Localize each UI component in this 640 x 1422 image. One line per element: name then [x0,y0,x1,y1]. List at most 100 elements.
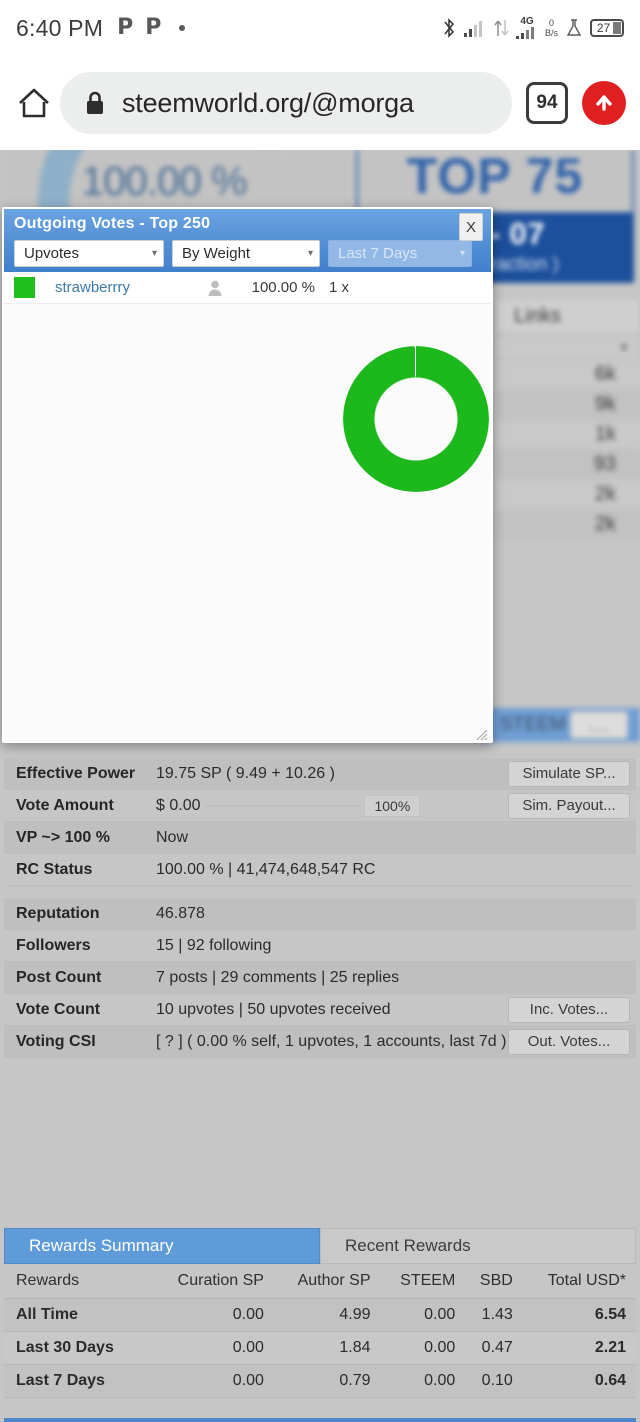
right-panel-value-5: 2k [495,510,640,540]
sim-payout-button[interactable]: Sim. Payout... [508,792,630,819]
vote-slider-track[interactable] [206,804,359,807]
rewards-tabs: Rewards Summary Recent Rewards [4,1228,636,1264]
cell-steem: 0.00 [380,1331,466,1365]
stat-value: Now [156,828,189,846]
cell-author: 1.84 [273,1331,381,1365]
stat-key: VP ~> 100 % [16,828,110,846]
cell-sbd: 0.47 [465,1331,523,1365]
person-icon [208,280,222,296]
account-stats-table: Effective Power 19.75 SP ( 9.49 + 10.26 … [4,758,636,1058]
chevron-down-icon: ▾ [307,248,313,259]
dialog-body: strawberrry 100.00 % 1 x [4,272,491,741]
sort-order-dropdown[interactable]: By Weight ▾ [172,240,320,267]
stat-row-rc-status: RC Status 100.00 % | 41,474,648,547 RC [4,854,636,886]
right-panel-value-0: 6k [495,360,640,390]
gauge-value-label: 100.00 % [81,158,247,204]
chevron-down-icon: ▾ [151,248,157,259]
cell-sbd: 0.10 [465,1364,523,1398]
stat-row-vp-recharge: VP ~> 100 % Now [4,822,636,854]
rewards-section: Rewards Summary Recent Rewards Rewards C… [4,1228,636,1398]
top75-title: TOP 75 [406,150,584,204]
cell-curation: 0.00 [150,1364,274,1398]
battery-icon: 27 [590,19,624,37]
tab-rewards-summary[interactable]: Rewards Summary [4,1228,320,1264]
stat-value: [ ? ] ( 0.00 % self, 1 upvotes, 1 accoun… [156,1032,507,1050]
data-rate-unit: B/s [544,28,558,38]
close-icon[interactable]: X [459,213,483,241]
right-panel-value-2: 1k [495,420,640,450]
stat-value: 19.75 SP ( 9.49 + 10.26 ) [156,764,335,782]
stat-row-vote-count: Vote Count 10 upvotes | 50 upvotes recei… [4,994,636,1026]
col-curation: Curation SP [150,1264,274,1299]
right-panel-value-4: 2k [495,480,640,510]
url-text: steemworld.org/@morga [122,87,414,118]
stat-value: 10 upvotes | 50 upvotes received [156,1000,391,1018]
status-system-icons: 4G 0 B/s 27 [441,17,624,39]
period-dropdown[interactable]: Last 7 Days ▾ [328,240,472,267]
cell-author: 0.79 [273,1364,381,1398]
stat-value: 100.00 % | 41,474,648,547 RC [156,860,376,878]
table-row: Last 7 Days 0.00 0.79 0.00 0.10 0.64 [4,1364,636,1398]
outgoing-votes-dialog: Outgoing Votes - Top 250 X Upvotes ▾ By … [2,207,493,743]
signal-bars-icon-2 [515,27,534,39]
currency-selector[interactable]: STEEM [500,714,565,736]
sort-order-value: By Weight [182,245,251,262]
vote-type-value: Upvotes [24,245,80,262]
signal-bars-icon-1 [463,21,482,37]
vote-weight-chip[interactable]: 100% [364,794,421,817]
stat-key: Voting CSI [16,1032,96,1050]
chevron-down-icon: ▾ [459,248,465,259]
right-panel-value-3: 93 [495,450,640,480]
dialog-header: Outgoing Votes - Top 250 X Upvotes ▾ By … [4,209,491,272]
resize-handle-icon[interactable] [476,729,488,741]
dialog-filters: Upvotes ▾ By Weight ▾ Last 7 Days ▾ [14,240,483,267]
col-author: Author SP [273,1264,381,1299]
table-row: All Time 0.00 4.99 0.00 1.43 6.54 [4,1298,636,1332]
cell-total: 6.54 [522,1298,636,1332]
status-notification-icons: P P [117,15,186,40]
list-item[interactable]: strawberrry 100.00 % 1 x [4,272,491,304]
simulate-sp-button[interactable]: Simulate SP... [508,760,630,787]
url-bar[interactable]: steemworld.org/@morga [60,72,512,134]
voter-name-link[interactable]: strawberrry [55,279,205,296]
more-options-button[interactable]: ... [570,711,628,739]
stat-key: Vote Amount [16,796,114,814]
stat-row-reputation: Reputation 46.878 [4,898,636,930]
col-sbd: SBD [465,1264,523,1299]
stat-row-vote-amount: Vote Amount $ 0.00 100% Sim. Payout... [4,790,636,822]
right-panel-dropdown[interactable]: ▾ [495,334,640,360]
incoming-votes-button[interactable]: Inc. Votes... [508,996,630,1023]
vote-count: 1 x [329,279,350,296]
home-icon[interactable] [14,83,54,123]
data-rate-value: 0 [548,18,554,28]
tab-count-button[interactable]: 94 [526,82,568,124]
data-transfer-icon [494,20,509,36]
status-clock: 6:40 PM [16,14,104,41]
vote-percent: 100.00 % [251,279,315,296]
outgoing-votes-button[interactable]: Out. Votes... [508,1028,630,1055]
stat-key: Post Count [16,968,102,986]
dialog-title: Outgoing Votes - Top 250 [14,215,211,232]
stat-value: 15 | 92 following [156,936,272,954]
links-box[interactable]: Links [495,298,640,334]
app-badge-icon-1: P [117,15,134,40]
rewards-header-row: Rewards Curation SP Author SP STEEM SBD … [4,1264,636,1299]
stat-row-voting-csi: Voting CSI [ ? ] ( 0.00 % self, 1 upvote… [4,1026,636,1058]
flask-icon [566,19,582,36]
browser-toolbar: steemworld.org/@morga 94 [0,56,640,150]
cell-total: 2.21 [522,1331,636,1365]
account-operations-header[interactable]: Account Operations [4,1418,636,1422]
more-notifications-icon [179,25,186,31]
tab-recent-rewards[interactable]: Recent Rewards [320,1228,636,1264]
stat-value: 46.878 [156,904,205,922]
stat-value: $ 0.00 [156,796,201,814]
stats-divider [4,886,636,898]
vote-type-dropdown[interactable]: Upvotes ▾ [14,240,164,267]
col-steem: STEEM [380,1264,466,1299]
cell-steem: 0.00 [380,1298,466,1332]
bluetooth-icon [444,18,455,38]
table-row: Last 30 Days 0.00 1.84 0.00 0.47 2.21 [4,1331,636,1365]
cell-curation: 0.00 [150,1331,274,1365]
stat-row-post-count: Post Count 7 posts | 29 comments | 25 re… [4,962,636,994]
scroll-to-top-button[interactable] [582,81,626,125]
